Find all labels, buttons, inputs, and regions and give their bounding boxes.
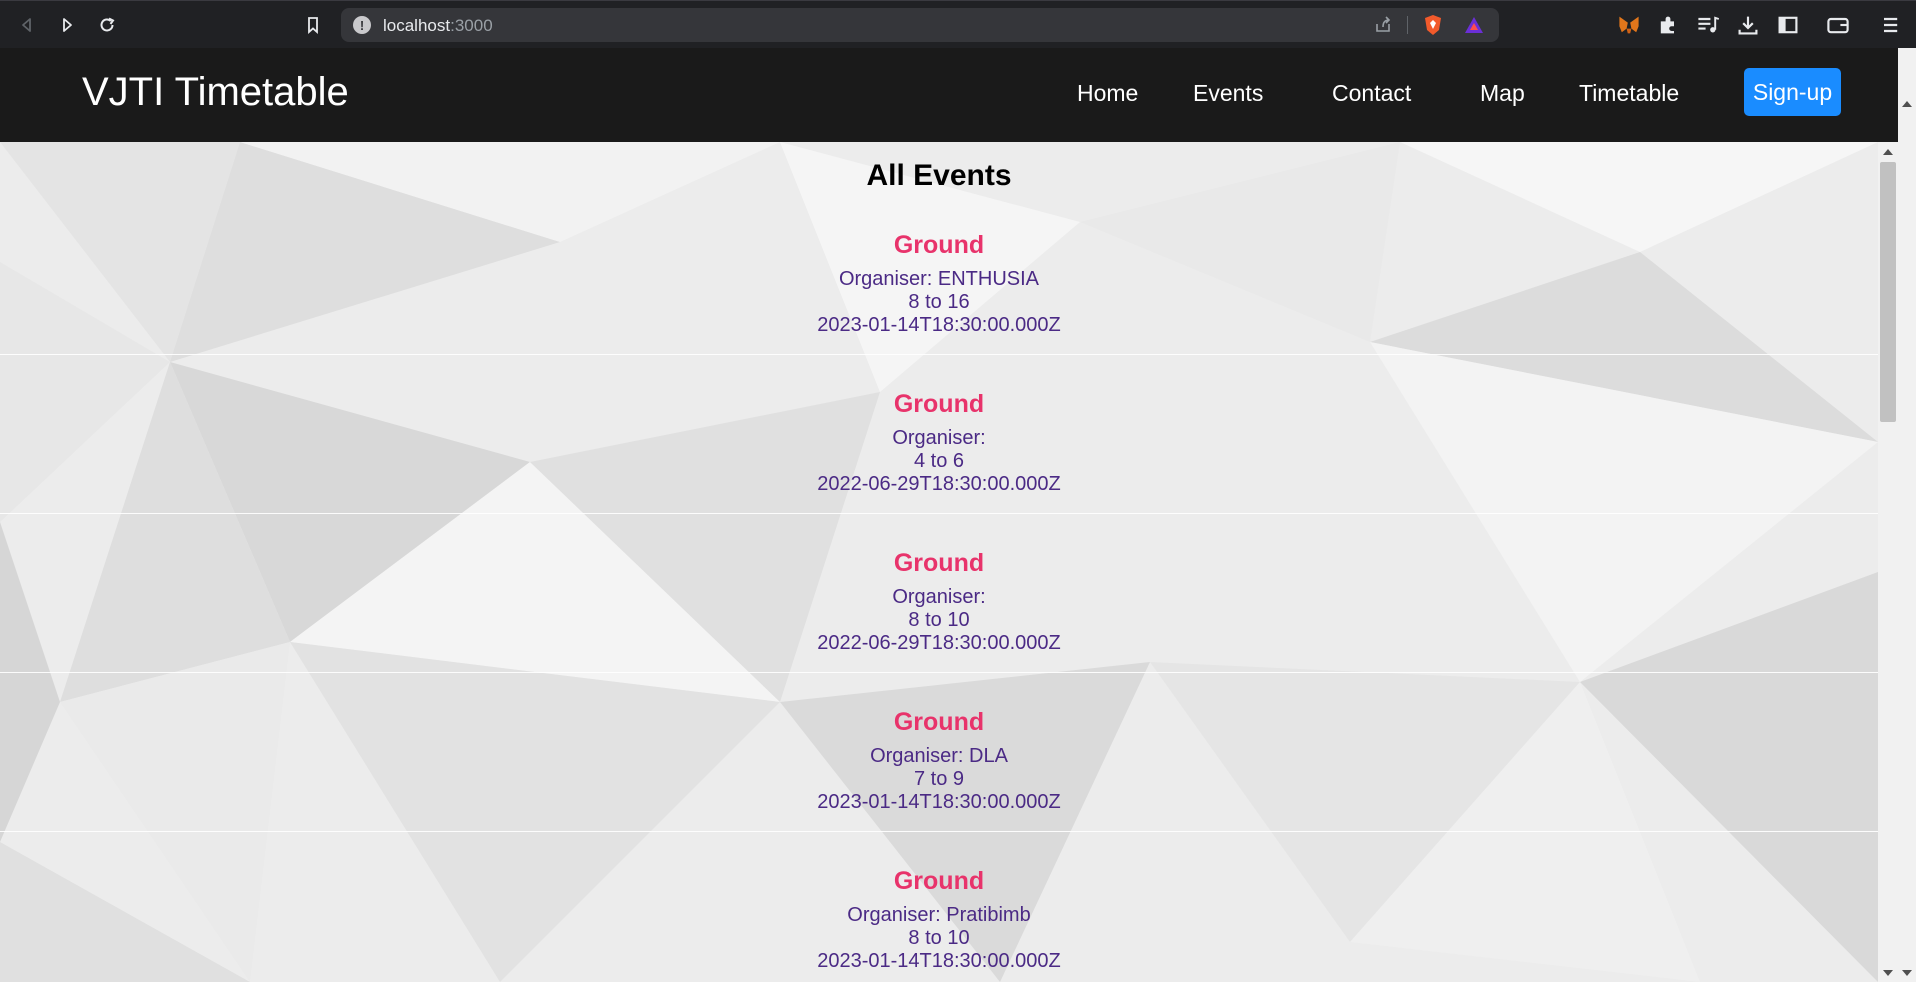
event-date: 2023-01-14T18:30:00.000Z [817,950,1061,972]
event-title: Ground [893,549,985,577]
event-time: 8 to 10 [908,927,970,949]
site-navbar: VJTI Timetable Home Events Contact Map T… [0,48,1916,142]
back-icon[interactable] [15,13,39,37]
nav-contact[interactable]: Contact [1332,80,1411,107]
event-title: Ground [893,231,985,259]
page-scrollbar[interactable] [1878,48,1916,982]
event-item: Ground Organiser: DLA 7 to 9 2023-01-14T… [0,707,1878,814]
outer-scroll-down-icon[interactable] [1900,968,1914,978]
wallet-icon[interactable] [1826,13,1850,37]
event-divider [0,513,1878,514]
event-organiser: Organiser: ENTHUSIA [838,268,1040,290]
menu-icon[interactable] [1878,13,1902,37]
download-icon[interactable] [1736,13,1760,37]
signup-button[interactable]: Sign-up [1744,68,1841,116]
event-divider [0,354,1878,355]
event-title: Ground [893,390,985,418]
events-page: All Events Ground Organiser: ENTHUSIA 8 … [0,142,1878,982]
event-item: Ground Organiser: ENTHUSIA 8 to 16 2023-… [0,230,1878,337]
nav-events[interactable]: Events [1193,80,1263,107]
browser-toolbar: ! localhost:3000 [0,0,1916,48]
extensions-icon[interactable] [1656,13,1680,37]
event-organiser: Organiser: [892,586,986,608]
bookmark-icon[interactable] [301,13,325,37]
event-item: Ground Organiser: 8 to 10 2022-06-29T18:… [0,548,1878,655]
scroll-down-icon[interactable] [1881,968,1895,978]
url-text[interactable]: localhost:3000 [383,16,493,36]
sidebar-icon[interactable] [1776,13,1800,37]
event-date: 2022-06-29T18:30:00.000Z [817,473,1061,495]
event-title: Ground [893,708,985,736]
event-date: 2023-01-14T18:30:00.000Z [817,791,1061,813]
playlist-icon[interactable] [1696,13,1720,37]
event-time: 8 to 16 [908,291,970,313]
event-date: 2022-06-29T18:30:00.000Z [817,632,1061,654]
event-item: Ground Organiser: Pratibimb 8 to 10 2023… [0,866,1878,973]
event-organiser: Organiser: DLA [870,745,1008,767]
forward-icon[interactable] [55,13,79,37]
outer-scroll-up-icon[interactable] [1900,99,1914,109]
scroll-up-icon[interactable] [1881,147,1895,157]
event-time: 7 to 9 [913,768,965,790]
brave-shield-icon[interactable] [1422,14,1444,36]
event-organiser: Organiser: Pratibimb [847,904,1031,926]
event-time: 8 to 10 [908,609,970,631]
address-bar[interactable]: ! localhost:3000 [341,8,1499,42]
nav-home[interactable]: Home [1077,80,1138,107]
info-icon[interactable]: ! [353,16,371,34]
event-divider [0,672,1878,673]
nav-map[interactable]: Map [1480,80,1525,107]
event-time: 4 to 6 [913,450,965,472]
metamask-icon[interactable] [1617,13,1641,37]
brand-title[interactable]: VJTI Timetable [82,70,349,115]
event-title: Ground [893,867,985,895]
event-divider [0,831,1878,832]
share-icon[interactable] [1373,15,1393,35]
scrollbar-thumb[interactable] [1880,162,1896,422]
event-organiser: Organiser: [892,427,986,449]
brave-rewards-icon[interactable] [1464,15,1484,35]
reload-icon[interactable] [95,13,119,37]
event-date: 2023-01-14T18:30:00.000Z [817,314,1061,336]
event-item: Ground Organiser: 4 to 6 2022-06-29T18:3… [0,389,1878,496]
page-heading: All Events [866,159,1012,192]
nav-timetable[interactable]: Timetable [1579,80,1679,107]
url-separator [1407,16,1408,34]
outer-scrollbar-track[interactable] [1898,48,1916,982]
